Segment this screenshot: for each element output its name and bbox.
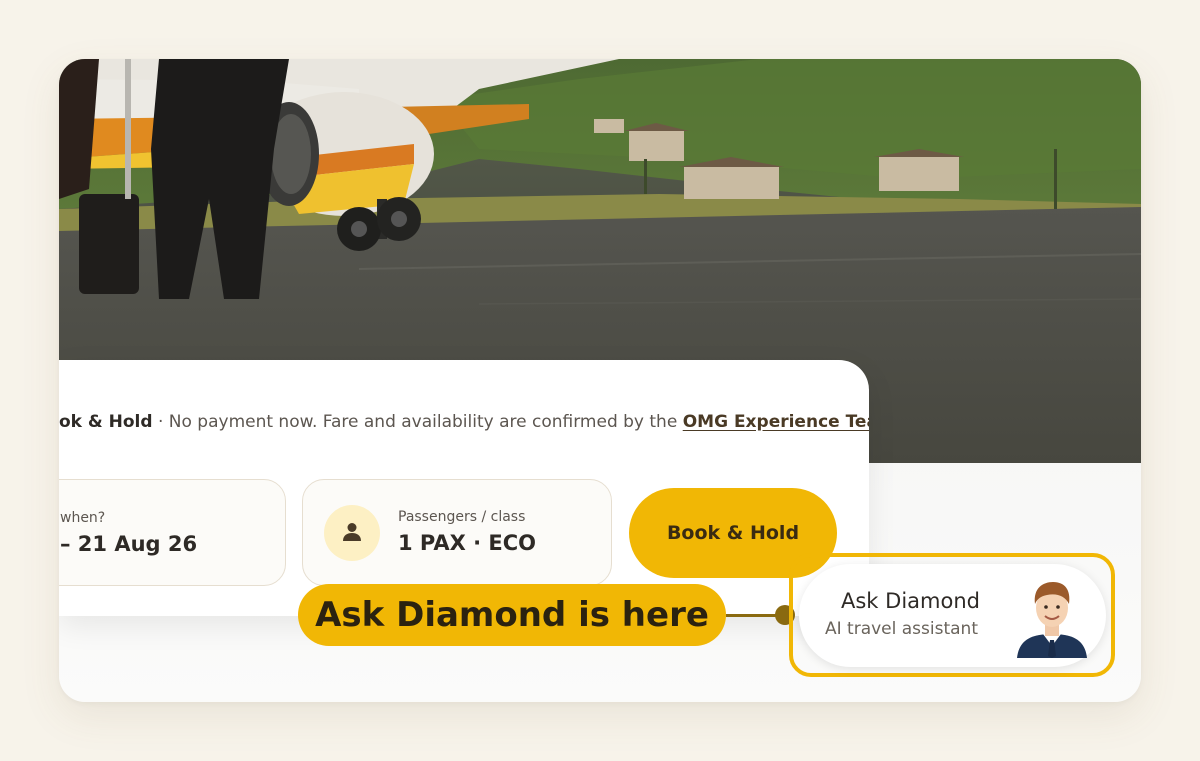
- date-field[interactable]: when? – 21 Aug 26: [59, 479, 286, 586]
- ask-diamond-button[interactable]: Ask Diamond AI travel assistant: [799, 564, 1106, 667]
- date-field-label: when?: [60, 510, 106, 526]
- passengers-class-field[interactable]: Passengers / class 1 PAX · ECO: [302, 479, 612, 586]
- search-panel: ok & Hold · No payment now. Fare and ava…: [59, 360, 869, 616]
- person-icon: [343, 523, 361, 541]
- passenger-icon-badge: [324, 505, 380, 561]
- omg-experience-team-link[interactable]: OMG Experience Team: [683, 412, 869, 432]
- passengers-class-label: Passengers / class: [398, 509, 526, 525]
- assistant-subtitle: AI travel assistant: [825, 619, 978, 639]
- hold-notice-text: No payment now. Fare and availability ar…: [168, 412, 683, 432]
- hold-notice-lead: ok & Hold: [59, 412, 153, 432]
- hold-notice: ok & Hold · No payment now. Fare and ava…: [59, 412, 869, 432]
- assistant-name: Ask Diamond: [841, 589, 980, 613]
- passengers-class-value: 1 PAX · ECO: [398, 531, 537, 555]
- hold-notice-separator: ·: [152, 412, 169, 432]
- ask-diamond-callout: Ask Diamond is here: [298, 584, 726, 646]
- date-field-value: – 21 Aug 26: [60, 532, 198, 556]
- assistant-avatar: [1017, 582, 1087, 658]
